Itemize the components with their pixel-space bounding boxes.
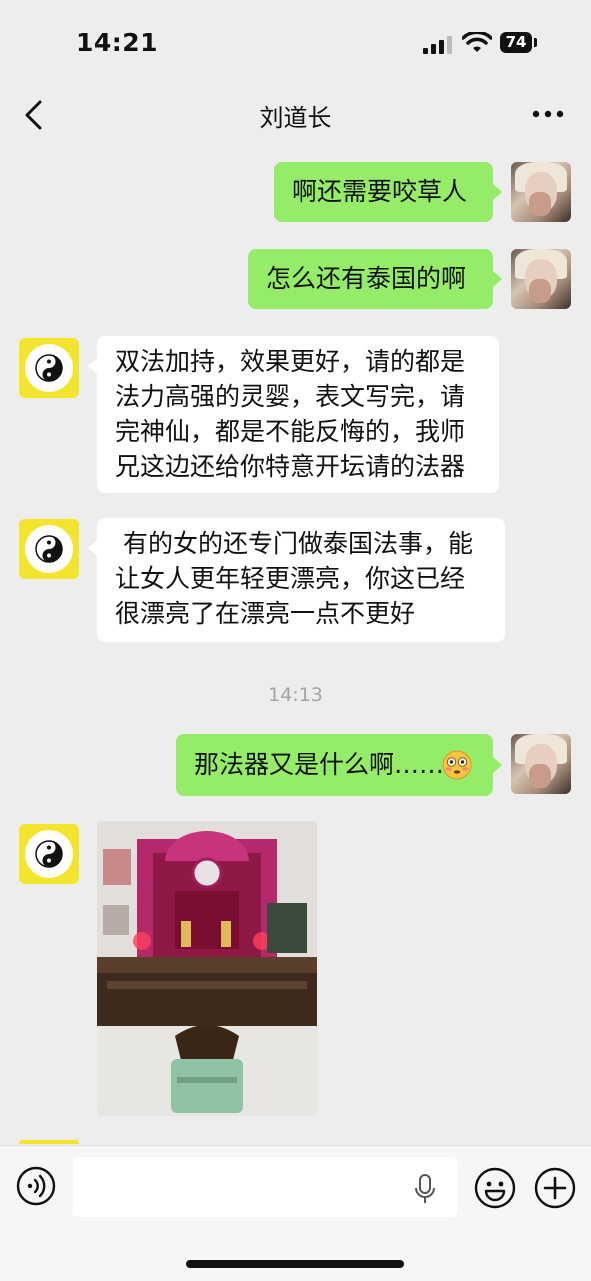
voice-mode-icon[interactable] (16, 1166, 56, 1206)
outgoing-message-bubble[interactable]: 那法器又是什么啊…… (176, 734, 493, 796)
battery-level: 74 (500, 32, 532, 53)
input-bar (0, 1145, 591, 1281)
bubble-tail (88, 358, 97, 374)
bubble-tail (493, 757, 502, 773)
message-text: 双法加持，效果更好，请的都是 法力高强的灵婴，表文写完，请 完神仙，都是不能反悔… (115, 347, 466, 481)
bubble-tail (88, 540, 97, 556)
contact-avatar-partial (19, 1140, 79, 1144)
message-text: 那法器又是什么啊…… (194, 750, 445, 779)
message-text: 啊还需要咬草人 (292, 177, 468, 206)
status-time: 14:21 (76, 28, 159, 57)
battery-tip (534, 38, 537, 47)
user-avatar[interactable] (511, 162, 571, 222)
contact-avatar[interactable] (19, 338, 79, 398)
chat-title: 刘道长 (259, 104, 332, 132)
status-bar: 14:21 74 (0, 0, 591, 88)
message-text: 怎么还有泰国的啊 (266, 264, 467, 293)
add-icon[interactable] (534, 1167, 576, 1209)
message-text: 有的女的还专门做泰国法事，能 让女人更年轻更漂亮，你这已经 很漂亮了在漂亮一点不… (115, 529, 473, 628)
chat-header: 刘道长 (0, 88, 591, 144)
more-options-icon[interactable] (531, 108, 565, 120)
contact-avatar[interactable] (19, 519, 79, 579)
contact-avatar[interactable] (19, 824, 79, 884)
outgoing-message-bubble[interactable]: 怎么还有泰国的啊 (248, 249, 493, 309)
wifi-icon (462, 32, 492, 52)
emoji-icon[interactable] (474, 1167, 516, 1209)
bubble-tail (493, 271, 502, 287)
yin-yang-icon (35, 535, 63, 563)
message-input[interactable] (73, 1157, 458, 1217)
signal-icon (423, 36, 452, 54)
user-avatar[interactable] (511, 734, 571, 794)
user-avatar[interactable] (511, 249, 571, 309)
bubble-tail (493, 184, 502, 200)
microphone-icon[interactable] (414, 1174, 436, 1204)
altar-photo-message[interactable] (97, 821, 317, 1116)
yin-yang-icon (35, 840, 63, 868)
outgoing-message-bubble[interactable]: 啊还需要咬草人 (274, 162, 493, 222)
chat-messages: 啊还需要咬草人 怎么还有泰国的啊 双法加持，效果更好，请的都是 法力高强的灵婴，… (0, 144, 591, 1144)
flushed-face-icon (442, 750, 472, 780)
incoming-message-bubble[interactable]: 有的女的还专门做泰国法事，能 让女人更年轻更漂亮，你这已经 很漂亮了在漂亮一点不… (97, 518, 505, 642)
incoming-message-bubble[interactable]: 双法加持，效果更好，请的都是 法力高强的灵婴，表文写完，请 完神仙，都是不能反悔… (97, 336, 499, 493)
home-indicator (186, 1260, 404, 1268)
yin-yang-icon (35, 354, 63, 382)
message-timestamp: 14:13 (268, 684, 323, 706)
